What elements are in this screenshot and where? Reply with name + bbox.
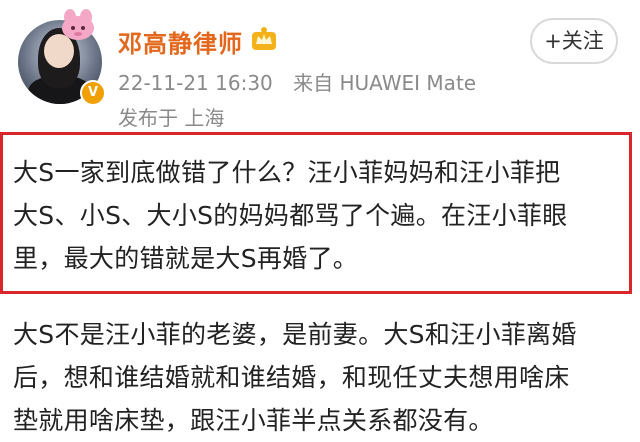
verified-badge-icon: V [80, 80, 106, 106]
highlighted-paragraph: 大S一家到底做错了什么？汪小菲妈妈和汪小菲把 大S、小S、大小S的妈妈都骂了个遍… [13, 151, 631, 280]
text-line: 大S不是汪小菲的老婆，是前妻。大S和汪小菲离婚 [13, 320, 577, 349]
timestamp: 22-11-21 16:30 [118, 71, 273, 95]
text-line: 大S、小S、大小S的妈妈都骂了个遍。在汪小菲眼 [13, 201, 568, 230]
text-line: 大S一家到底做错了什么？汪小菲妈妈和汪小菲把 [13, 158, 561, 187]
text-line: 里，最大的错就是大S再婚了。 [13, 244, 359, 273]
author-name[interactable]: 邓高静律师 [118, 24, 243, 59]
vip-crown-icon [252, 27, 276, 50]
text-line: 后，想和谁结婚就和谁结婚，和现任丈夫想用啥床 [13, 363, 570, 392]
avatar-pendant-icon [62, 9, 94, 40]
body-paragraph: 大S不是汪小菲的老婆，是前妻。大S和汪小菲离婚 后，想和谁结婚就和谁结婚，和现任… [13, 313, 631, 442]
follow-button[interactable]: +关注 [530, 18, 618, 64]
post-header: V 邓高静律师 +关注 22-11-21 16:30 来自 HUAWEI Mat… [0, 0, 640, 130]
post-meta: 22-11-21 16:30 来自 HUAWEI Mate [118, 67, 476, 96]
text-line: 垫就用啥床垫，跟汪小菲半点关系都没有。 [13, 406, 494, 435]
post-location: 发布于 上海 [118, 106, 225, 130]
source-device[interactable]: 来自 HUAWEI Mate [293, 71, 476, 95]
